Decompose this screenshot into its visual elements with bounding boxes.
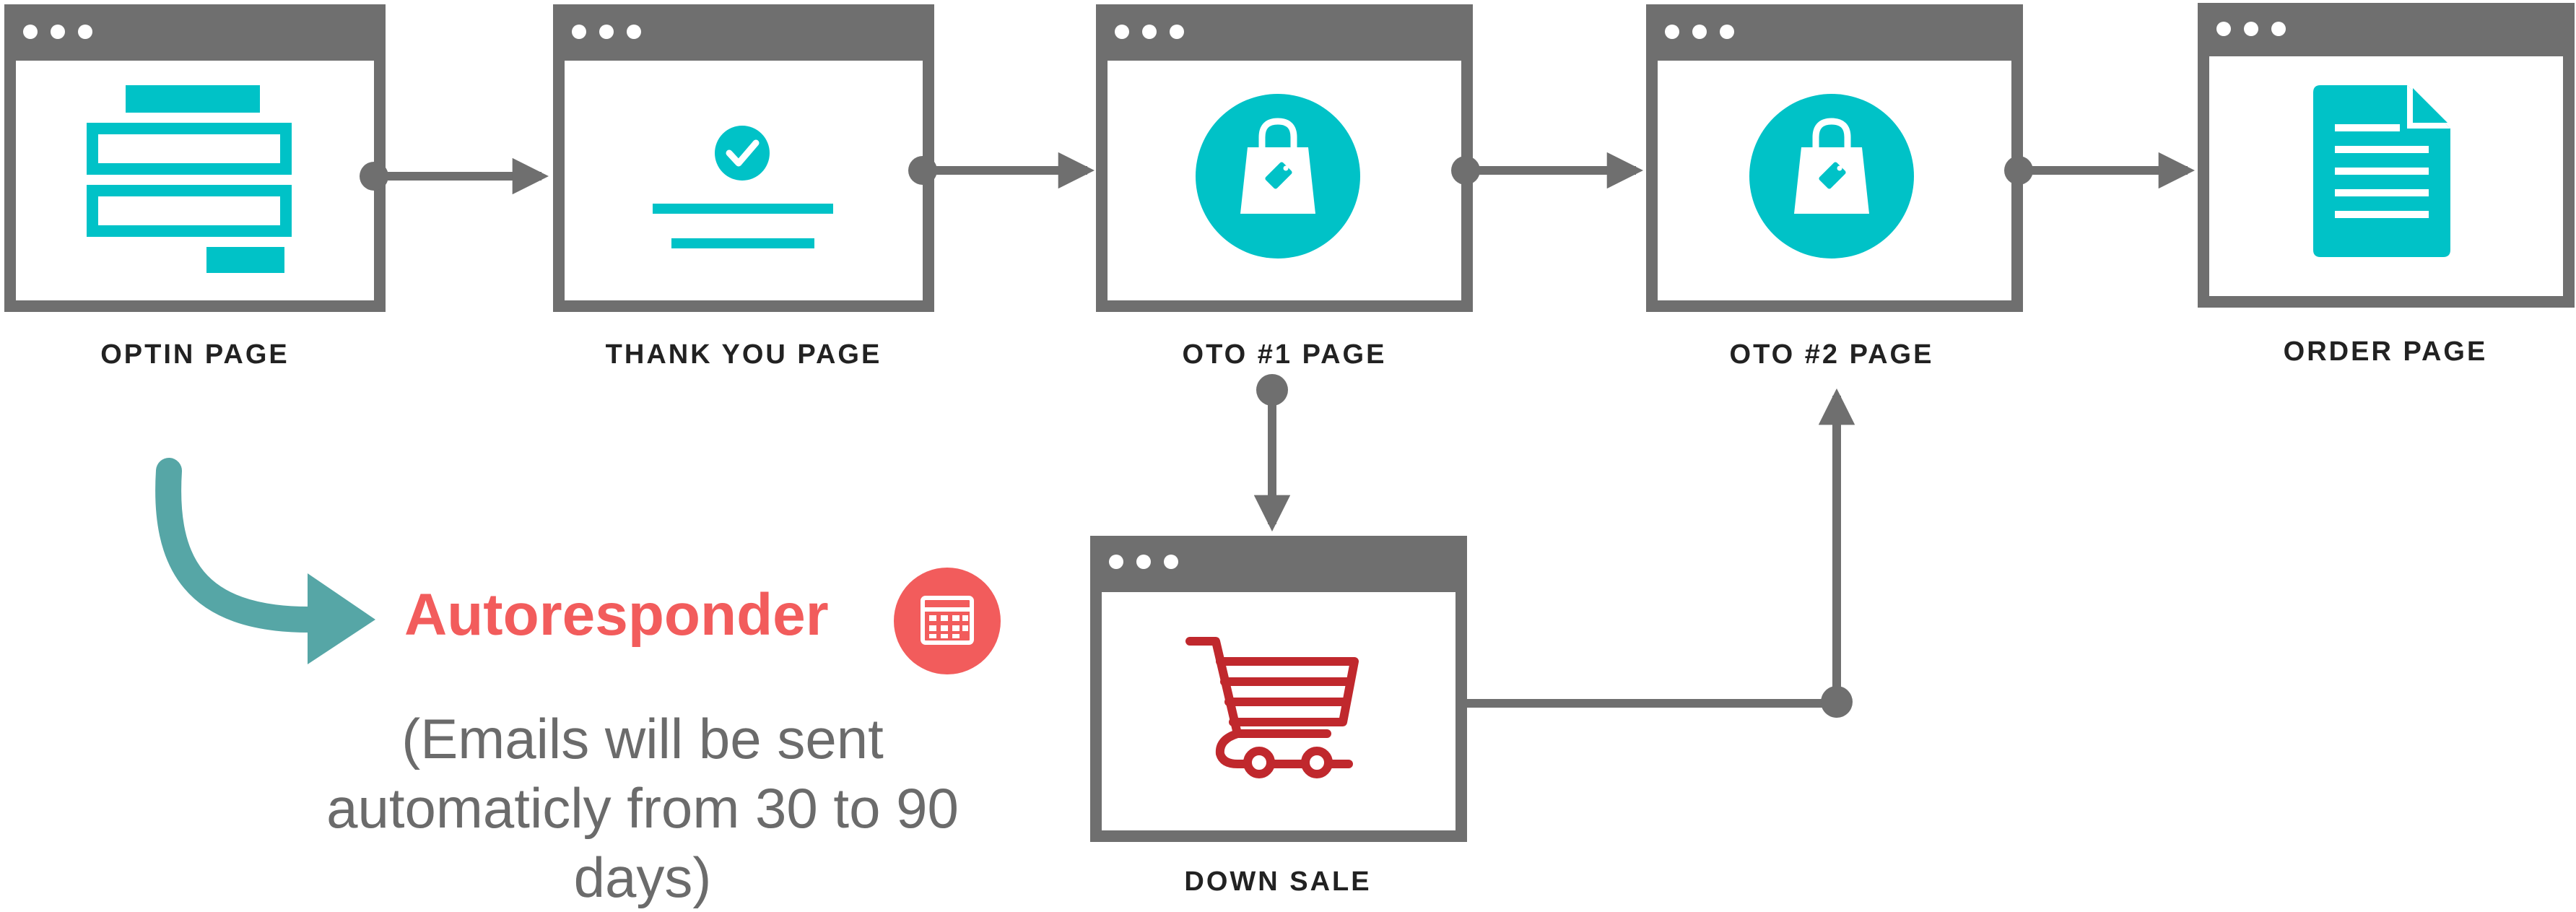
label-down-sale: DOWN SALE bbox=[1184, 867, 1372, 897]
connector-downsale-to-oto2 bbox=[1461, 388, 1855, 718]
window-optin bbox=[4, 4, 386, 312]
label-oto2-page: OTO #2 PAGE bbox=[1729, 339, 1934, 370]
label-optin-page: OPTIN PAGE bbox=[100, 339, 290, 370]
connector-oto2-to-order bbox=[2004, 152, 2196, 189]
connector-oto1-to-oto2 bbox=[1451, 152, 1644, 189]
window-order bbox=[2198, 3, 2575, 308]
label-oto1-page: OTO #1 PAGE bbox=[1182, 339, 1387, 370]
window-oto1 bbox=[1096, 4, 1473, 312]
shopping-bag-icon bbox=[1749, 94, 1914, 259]
window-thankyou bbox=[553, 4, 934, 312]
autoresponder-title: Autoresponder bbox=[404, 582, 829, 648]
window-oto2 bbox=[1646, 4, 2023, 312]
connector-optin-to-thankyou bbox=[360, 157, 549, 195]
connector-oto1-to-downsale bbox=[1253, 374, 1291, 532]
window-downsale bbox=[1090, 536, 1467, 842]
curved-arrow-to-autoresponder bbox=[155, 458, 375, 664]
autoresponder-description: (Emails will be sent automaticly from 30… bbox=[326, 707, 959, 909]
label-order-page: ORDER PAGE bbox=[2283, 336, 2488, 367]
shopping-bag-icon bbox=[1196, 94, 1360, 259]
connector-thankyou-to-oto1 bbox=[908, 152, 1095, 189]
document-icon bbox=[2313, 85, 2450, 257]
calendar-icon bbox=[894, 568, 1001, 674]
label-thank-you-page: THANK YOU PAGE bbox=[605, 339, 882, 370]
